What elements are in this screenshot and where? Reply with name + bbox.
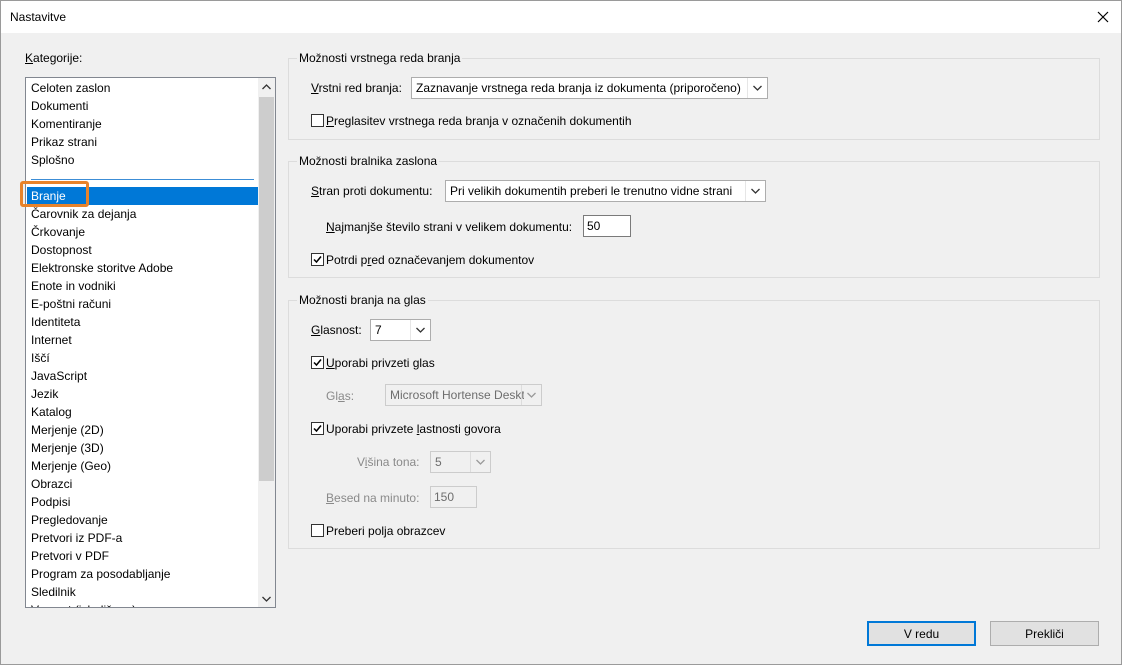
use-default-voice-label: Uporabi privzeti glas bbox=[326, 356, 435, 370]
use-default-speech-checkbox[interactable] bbox=[311, 422, 324, 435]
chevron-down-icon bbox=[476, 459, 485, 465]
dropdown-arrow[interactable] bbox=[410, 320, 430, 340]
voice-value: Microsoft Hortense Deskt bbox=[390, 388, 524, 402]
page-vs-document-value: Pri velikih dokumentih preberi le trenut… bbox=[450, 184, 733, 198]
list-item[interactable]: Pretvori v PDF bbox=[27, 547, 258, 565]
reading-order-label: Vrstni red branja: bbox=[311, 81, 402, 95]
min-pages-input[interactable]: 50 bbox=[583, 215, 631, 237]
volume-value: 7 bbox=[375, 323, 382, 337]
list-item[interactable]: Varnost (izboljšano) bbox=[27, 601, 258, 607]
list-item[interactable]: Katalog bbox=[27, 403, 258, 421]
words-per-minute-input[interactable]: 150 bbox=[430, 486, 477, 508]
pitch-select[interactable]: 5 bbox=[430, 451, 491, 473]
read-form-fields-label: Preberi polja obrazcev bbox=[326, 524, 446, 538]
categories-list-items: Celoten zaslon Dokumenti Komentiranje Prika… bbox=[27, 79, 258, 607]
chevron-down-icon bbox=[262, 596, 271, 602]
list-item[interactable]: Iščí bbox=[27, 349, 258, 367]
chevron-down-icon bbox=[527, 392, 536, 398]
reading-order-legend: Možnosti vrstnega reda branja bbox=[297, 51, 463, 65]
list-item[interactable]: Obrazci bbox=[27, 475, 258, 493]
page-vs-document-label: Stran proti dokumentu: bbox=[311, 184, 433, 198]
list-item[interactable]: Pretvori iz PDF-a bbox=[27, 529, 258, 547]
list-item[interactable]: Čarovnik za dejanja bbox=[27, 205, 258, 223]
checkmark-icon bbox=[313, 359, 322, 367]
dropdown-arrow[interactable] bbox=[745, 181, 765, 201]
list-item[interactable]: Celoten zaslon bbox=[27, 79, 258, 97]
categories-scrollbar[interactable] bbox=[258, 78, 275, 607]
list-item[interactable]: Jezik bbox=[27, 385, 258, 403]
close-button[interactable] bbox=[1093, 7, 1113, 27]
dropdown-arrow[interactable] bbox=[470, 452, 490, 472]
list-item[interactable]: Enote in vodniki bbox=[27, 277, 258, 295]
list-item[interactable]: Dokumenti bbox=[27, 97, 258, 115]
list-item[interactable]: JavaScript bbox=[27, 367, 258, 385]
list-item[interactable]: E-poštni računi bbox=[27, 295, 258, 313]
use-default-speech-label: Uporabi privzete lastnosti govora bbox=[326, 422, 501, 436]
list-item[interactable]: Program za posodabljanje bbox=[27, 565, 258, 583]
checkmark-icon bbox=[313, 256, 322, 264]
list-item[interactable]: Črkovanje bbox=[27, 223, 258, 241]
dropdown-arrow[interactable] bbox=[521, 385, 541, 405]
use-default-voice-checkbox[interactable] bbox=[311, 356, 324, 369]
dropdown-arrow[interactable] bbox=[747, 78, 767, 98]
chevron-down-icon bbox=[416, 327, 425, 333]
chevron-down-icon bbox=[751, 188, 760, 194]
reading-order-select[interactable]: Zaznavanje vrstnega reda branja iz dokum… bbox=[411, 77, 768, 99]
list-item[interactable]: Merjenje (2D) bbox=[27, 421, 258, 439]
list-item[interactable]: Identiteta bbox=[27, 313, 258, 331]
dialog-title: Nastavitve bbox=[10, 10, 67, 24]
close-icon bbox=[1097, 11, 1109, 23]
confirm-before-tagging-label: Potrdi pred označevanjem dokumentov bbox=[326, 253, 535, 267]
min-pages-label: Najmanjše število strani v velikem dokum… bbox=[326, 220, 573, 234]
list-item[interactable]: Komentiranje bbox=[27, 115, 258, 133]
voice-label: Glas: bbox=[326, 389, 355, 403]
chevron-down-icon bbox=[753, 85, 762, 91]
list-item[interactable]: Prikaz strani bbox=[27, 133, 258, 151]
list-item[interactable]: Dostopnost bbox=[27, 241, 258, 259]
words-per-minute-label: Besed na minuto: bbox=[326, 491, 420, 505]
cancel-button[interactable]: Prekliči bbox=[990, 621, 1099, 646]
list-item[interactable]: Merjenje (Geo) bbox=[27, 457, 258, 475]
list-item[interactable]: Sledilnik bbox=[27, 583, 258, 601]
volume-label: Glasnost: bbox=[311, 323, 362, 337]
scroll-down-button[interactable] bbox=[258, 590, 275, 607]
volume-select[interactable]: 7 bbox=[370, 319, 431, 341]
override-reading-order-label: Preglasitev vrstnega reda branja v označ… bbox=[326, 114, 632, 128]
list-item[interactable]: Internet bbox=[27, 331, 258, 349]
selected-category-highlight bbox=[20, 181, 89, 207]
checkmark-icon bbox=[313, 425, 322, 433]
read-aloud-legend: Možnosti branja na glas bbox=[297, 293, 428, 307]
scrollbar-thumb[interactable] bbox=[259, 97, 274, 481]
confirm-before-tagging-checkbox[interactable] bbox=[311, 253, 324, 266]
list-item[interactable]: Merjenje (3D) bbox=[27, 439, 258, 457]
categories-label: Kategorije: bbox=[25, 51, 83, 65]
screen-reader-legend: Možnosti bralnika zaslona bbox=[297, 154, 440, 168]
list-item[interactable]: Podpisi bbox=[27, 493, 258, 511]
scroll-up-button[interactable] bbox=[258, 78, 275, 95]
ok-button[interactable]: V redu bbox=[867, 621, 976, 646]
title-bar: Nastavitve bbox=[1, 1, 1121, 33]
pitch-label: Višina tona: bbox=[357, 455, 420, 469]
list-item[interactable]: Splošno bbox=[27, 151, 258, 169]
pitch-value: 5 bbox=[435, 455, 442, 469]
list-item[interactable]: Pregledovanje bbox=[27, 511, 258, 529]
read-form-fields-checkbox[interactable] bbox=[311, 524, 324, 537]
page-vs-document-select[interactable]: Pri velikih dokumentih preberi le trenut… bbox=[445, 180, 766, 202]
chevron-up-icon bbox=[262, 83, 271, 89]
override-reading-order-checkbox[interactable] bbox=[311, 114, 324, 127]
list-item[interactable]: Elektronske storitve Adobe bbox=[27, 259, 258, 277]
preferences-dialog: Nastavitve Kategorije: Celoten zaslon Dok… bbox=[0, 0, 1122, 665]
voice-select[interactable]: Microsoft Hortense Deskt bbox=[385, 384, 542, 406]
reading-order-value: Zaznavanje vrstnega reda branja iz dokum… bbox=[416, 81, 741, 95]
categories-list[interactable]: Celoten zaslon Dokumenti Komentiranje Prika… bbox=[25, 77, 276, 608]
